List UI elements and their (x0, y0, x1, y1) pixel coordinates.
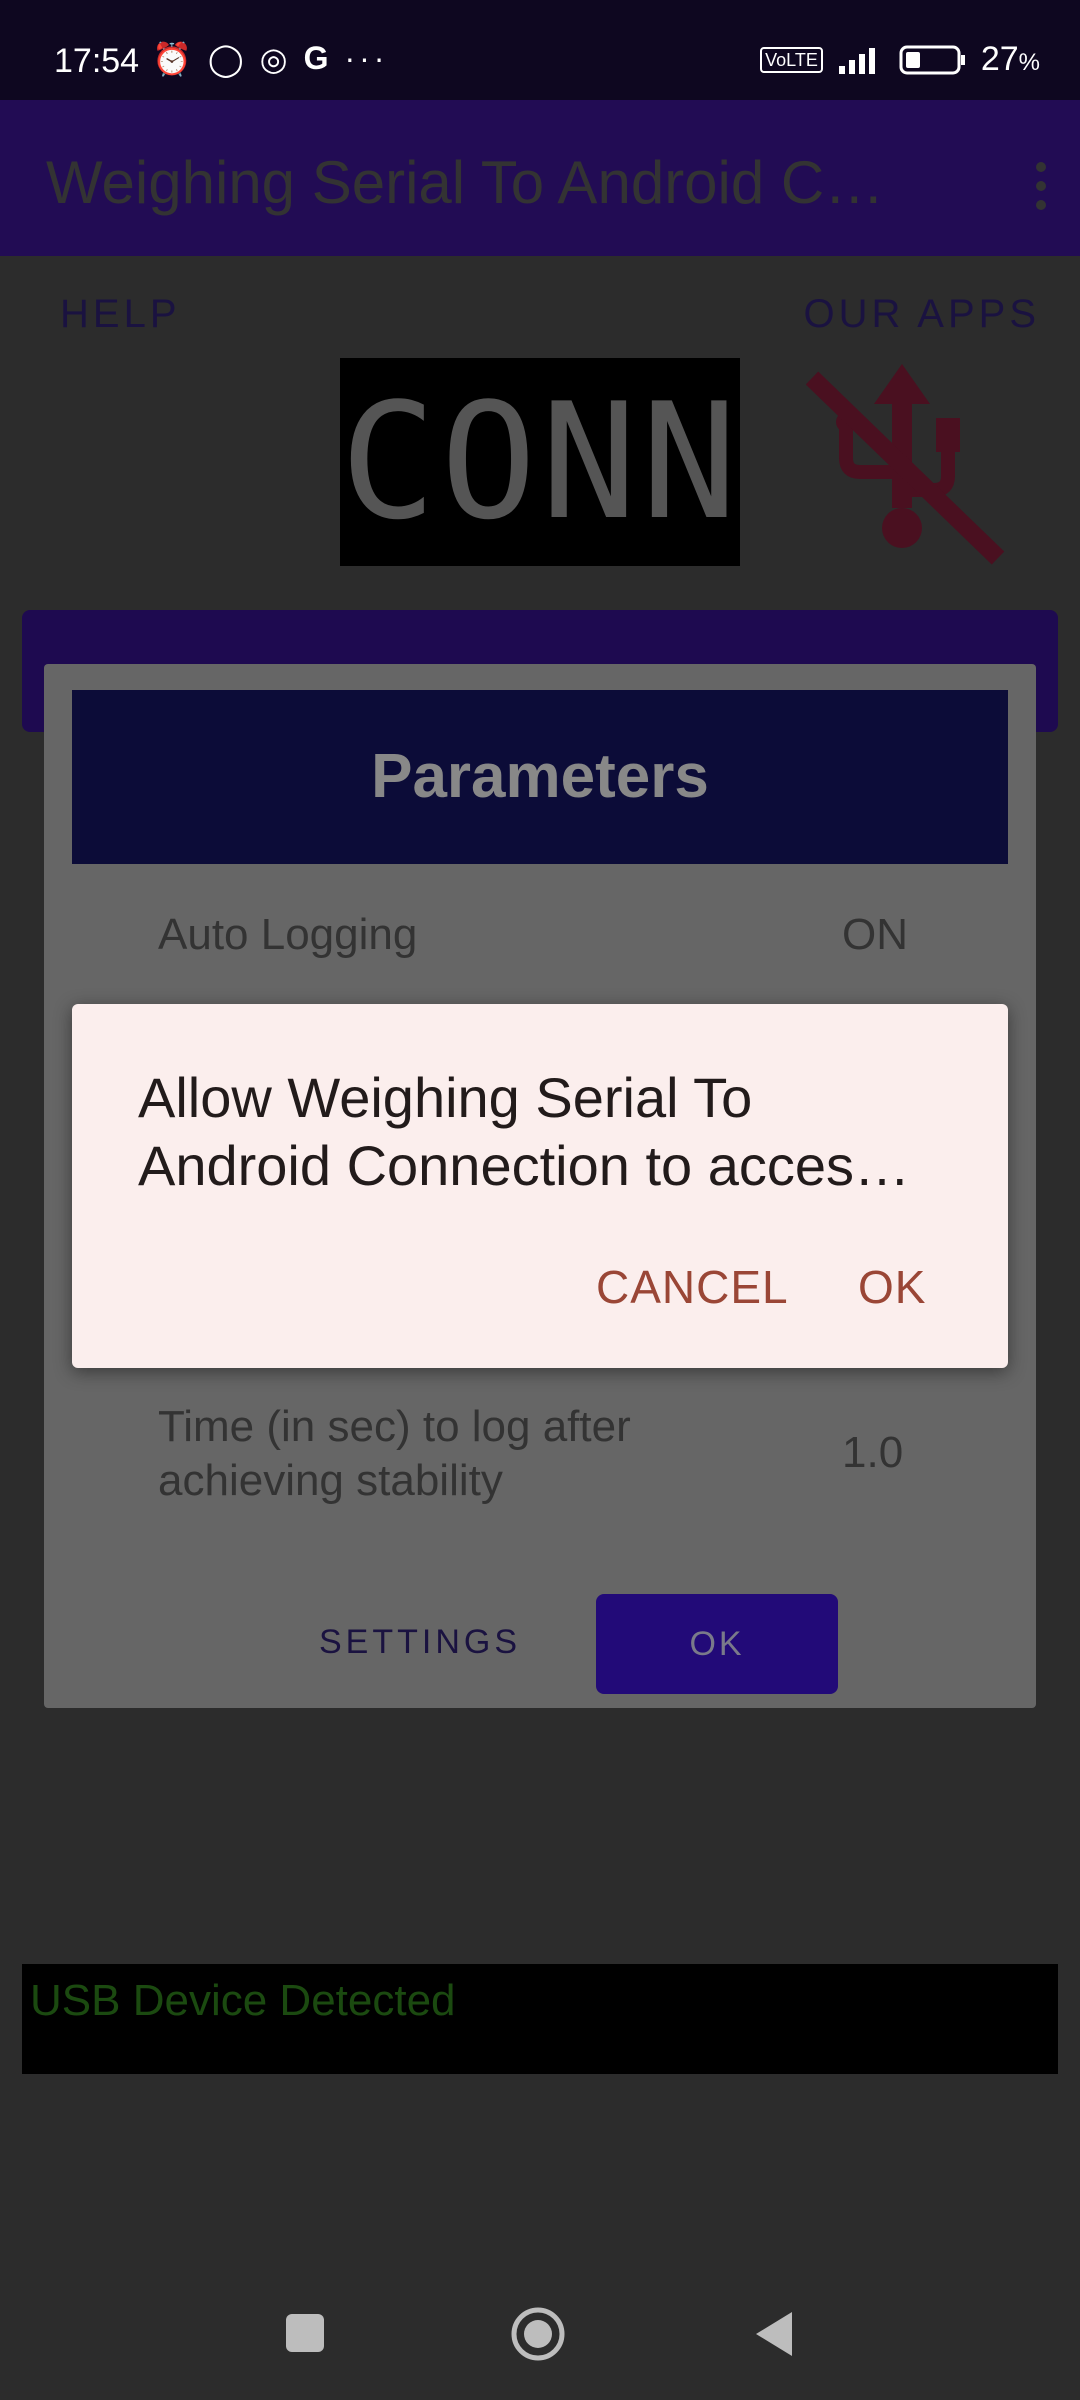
auto-logging-label: Auto Logging (158, 910, 418, 959)
log-time-value[interactable]: 1.0 (842, 1428, 903, 1478)
app-title: Weighing Serial To Android C… (46, 149, 885, 216)
more-icon: ··· (344, 40, 389, 76)
battery-percent: 27 (980, 40, 1019, 78)
volte-icon: VoLTE (760, 46, 823, 73)
log-time-label-line1: Time (in sec) to log after (158, 1402, 631, 1451)
status-time: 17:54 (54, 42, 140, 80)
back-icon[interactable] (752, 2310, 796, 2358)
status-icons-left: ⏰ ◯ ◎ G ··· (152, 40, 388, 78)
help-button[interactable]: HELP (60, 292, 181, 337)
parameters-ok-button[interactable]: OK (596, 1594, 838, 1694)
parameters-title: Parameters (72, 690, 1008, 864)
home-icon[interactable] (510, 2306, 566, 2362)
usb-permission-dialog: Allow Weighing Serial To Android Connect… (72, 1004, 1008, 1368)
dialog-ok-button[interactable]: OK (858, 1260, 926, 1314)
whatsapp-icon: ◯ (207, 41, 244, 77)
dialog-message-line2: Android Connection to acces… (138, 1134, 910, 1197)
music-icon: ◎ (259, 41, 288, 77)
usb-off-icon (806, 364, 1005, 565)
weight-display: CONN (340, 358, 740, 566)
usb-status-text: USB Device Detected (30, 1976, 456, 2025)
overflow-menu-icon[interactable] (1032, 162, 1050, 210)
alarm-icon: ⏰ (152, 41, 192, 77)
g-icon: G (303, 40, 329, 76)
recents-icon[interactable] (286, 2314, 324, 2352)
dialog-message: Allow Weighing Serial To Android Connect… (138, 1064, 968, 1200)
our-apps-button[interactable]: OUR APPS (803, 292, 1040, 337)
dialog-cancel-button[interactable]: CANCEL (596, 1260, 789, 1314)
status-icons-right: VoLTE 27% (760, 40, 1040, 79)
log-time-label-line2: achieving stability (158, 1456, 503, 1505)
battery-icon (899, 45, 965, 74)
dialog-message-line1: Allow Weighing Serial To (138, 1066, 753, 1129)
auto-logging-value[interactable]: ON (842, 910, 908, 960)
battery-unit: % (1018, 49, 1040, 76)
settings-button[interactable]: SETTINGS (300, 1600, 540, 1684)
signal-icon (838, 47, 875, 74)
